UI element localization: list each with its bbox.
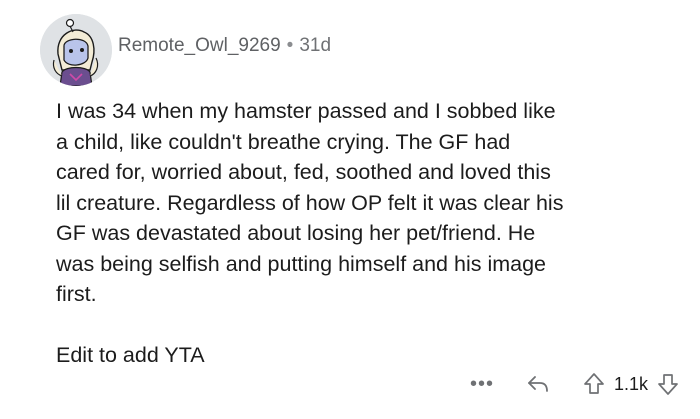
comment-line: was being selfish and putting himself an… [56, 251, 547, 276]
comment-line: lil creature. Regardless of how OP felt … [56, 190, 564, 215]
username-link[interactable]: Remote_Owl_9269 [118, 35, 281, 57]
comment-paragraph: I was 34 when my hamster passed and I so… [56, 96, 686, 310]
comment-meta: Remote_Owl_9269 • 31d [118, 35, 331, 57]
vote-score: 1.1k [613, 373, 648, 394]
avatar-illustration [40, 14, 112, 86]
avatar[interactable] [40, 14, 112, 86]
comment-age: 31d [299, 35, 332, 56]
comment-body: I was 34 when my hamster passed and I so… [56, 96, 686, 370]
upvote-button[interactable] [580, 370, 608, 398]
comment: Remote_Owl_9269 • 31d I was 34 when my h… [0, 0, 700, 419]
comment-line: a child, like couldn't breathe crying. T… [56, 129, 511, 154]
comment-line: I was 34 when my hamster passed and I so… [56, 99, 556, 123]
reply-button[interactable] [524, 370, 552, 398]
comment-line: cared for, worried about, fed, soothed a… [56, 160, 551, 184]
comment-actions: ••• 1.1k [470, 366, 682, 402]
more-icon[interactable]: ••• [470, 374, 494, 394]
comment-header: Remote_Owl_9269 • 31d [40, 14, 331, 86]
downvote-button[interactable] [654, 370, 682, 398]
upvote-icon [584, 373, 604, 394]
comment-line: first. [56, 282, 97, 306]
comment-line: GF was devastated about losing her pet/f… [56, 221, 536, 245]
reply-icon [528, 376, 548, 392]
meta-separator: • [286, 35, 294, 56]
downvote-icon [658, 374, 678, 395]
